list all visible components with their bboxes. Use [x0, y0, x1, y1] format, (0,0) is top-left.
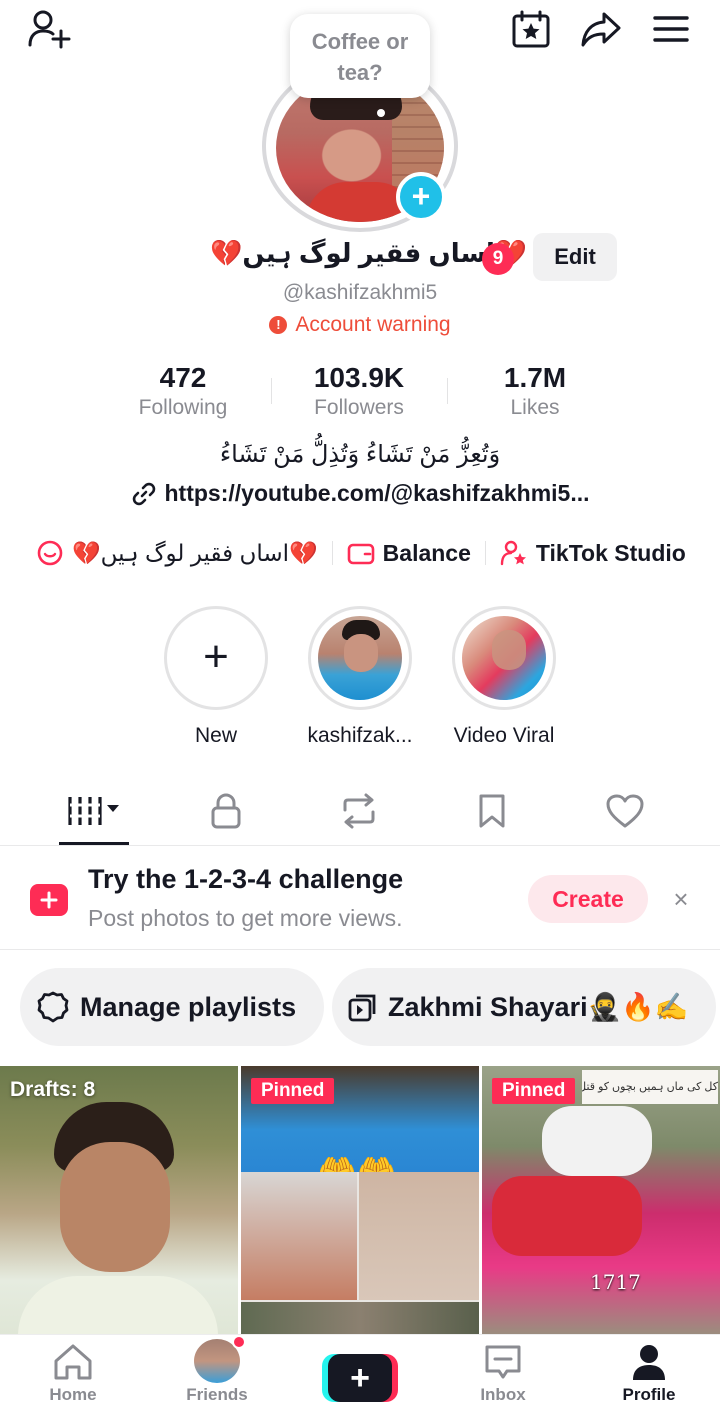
nav-inbox[interactable]: Inbox	[443, 1343, 563, 1404]
share-button[interactable]	[578, 8, 624, 50]
playlist-label: Zakhmi Shayari🥷🔥✍️	[388, 992, 689, 1022]
likes-count: 1.7M	[503, 362, 567, 393]
shortcut-label: Balance	[382, 539, 471, 566]
person-plus-icon	[28, 10, 71, 49]
tab-reposts[interactable]	[319, 778, 399, 844]
playlist-icon	[348, 994, 376, 1022]
plus-icon: +	[328, 1354, 392, 1402]
home-icon	[54, 1344, 92, 1380]
heart-icon	[606, 794, 644, 828]
account-warning-text: Account warning	[295, 313, 451, 336]
nav-friends[interactable]: Friends	[157, 1335, 277, 1404]
create-button[interactable]: Create	[528, 875, 648, 923]
status-bubble[interactable]: Coffee or tea?	[290, 14, 430, 98]
highlight-label: Video Viral	[453, 724, 555, 747]
chat-bubble-icon	[37, 540, 63, 566]
calendar-button[interactable]	[508, 8, 554, 50]
notification-dot	[232, 1335, 246, 1349]
bookmark-icon	[479, 794, 505, 828]
friends-avatar	[194, 1335, 246, 1383]
camera-plus-icon	[30, 884, 68, 916]
following-stat[interactable]: 472 Following	[93, 362, 273, 420]
lock-icon	[211, 793, 241, 829]
shortcut-label: 💔اساں فقیر لوگ ہیں💔	[72, 539, 318, 566]
shortcut-tiktok-studio[interactable]: TikTok Studio	[500, 539, 686, 567]
tab-private[interactable]	[186, 778, 266, 844]
followers-count: 103.9K	[313, 362, 405, 393]
nav-profile[interactable]: Profile	[589, 1343, 709, 1404]
playlist-label: Manage playlists	[80, 991, 297, 1022]
bio-text: وَتُعِزُّ مَنْ تَشَاءُ وَتُذِلُّ مَنْ تَ…	[219, 441, 501, 468]
highlight-kashifzak[interactable]	[308, 606, 412, 710]
plus-icon: +	[203, 632, 229, 681]
grid-videos-icon	[68, 797, 119, 825]
menu-button[interactable]	[648, 8, 694, 50]
content-tabs	[0, 778, 720, 846]
manage-playlists-button[interactable]: Manage playlists	[20, 968, 324, 1046]
share-arrow-icon	[581, 12, 621, 47]
active-tab-indicator	[59, 842, 129, 845]
video-thumbnail-pinned[interactable]: 🤲🤲 Pinned	[241, 1066, 479, 1334]
likes-stat[interactable]: 1.7M Likes	[445, 362, 625, 420]
followers-stat[interactable]: 103.9K Followers	[269, 362, 449, 420]
bubble-tail	[377, 109, 385, 117]
playlist-zakhmi-shayari[interactable]: Zakhmi Shayari🥷🔥✍️	[332, 968, 716, 1046]
likes-label: Likes	[510, 396, 560, 419]
video-thumbnail-draft[interactable]: Drafts: 8	[0, 1066, 238, 1334]
notification-badge: 9	[482, 243, 514, 275]
pinned-badge: Pinned	[251, 1078, 335, 1104]
nav-label: Home	[49, 1385, 97, 1404]
nav-home[interactable]: Home	[13, 1343, 133, 1404]
following-label: Following	[138, 396, 228, 419]
drafts-count: Drafts: 8	[10, 1078, 96, 1101]
highlight-thumbnail	[462, 616, 546, 700]
warning-icon: !	[269, 316, 288, 334]
add-story-plus-icon[interactable]: +	[396, 172, 446, 222]
nav-label: Friends	[186, 1385, 248, 1404]
shortcut-group-chat[interactable]: 💔اساں فقیر لوگ ہیں💔	[36, 539, 318, 567]
shortcut-label: TikTok Studio	[535, 539, 686, 566]
wallet-icon	[347, 543, 374, 565]
nav-label: Profile	[622, 1385, 676, 1404]
shortcut-balance[interactable]: Balance	[347, 540, 471, 567]
link-icon	[132, 482, 155, 505]
profile-shortcuts: 💔اساں فقیر لوگ ہیں💔 Balance TikTok Studi…	[0, 532, 720, 574]
close-icon[interactable]: ×	[664, 880, 698, 918]
edit-profile-button[interactable]: Edit	[533, 233, 617, 281]
bio-link[interactable]: https://youtube.com/@kashifzakhmi5...	[0, 480, 720, 507]
following-count: 472	[159, 362, 207, 393]
highlight-video-viral[interactable]	[452, 606, 556, 710]
profile-icon	[633, 1345, 665, 1380]
add-friend-button[interactable]	[26, 8, 72, 50]
bio-link-text: https://youtube.com/@kashifzakhmi5...	[164, 480, 590, 506]
tab-saved[interactable]	[452, 778, 532, 844]
highlight-thumbnail	[318, 616, 402, 700]
thumbnail-caption: کل کی ماں ہمیں بچوں کو قتل کر دیا اج	[582, 1070, 718, 1104]
calendar-star-icon	[512, 10, 550, 48]
challenge-subtitle: Post photos to get more views.	[88, 905, 403, 931]
nav-label: Inbox	[480, 1385, 526, 1404]
followers-label: Followers	[314, 396, 404, 419]
highlight-label: kashifzak...	[307, 724, 413, 747]
repost-icon	[343, 793, 375, 829]
account-warning[interactable]: ! Account warning	[0, 313, 720, 337]
inbox-icon	[485, 1345, 521, 1379]
shortcut-divider	[331, 541, 333, 565]
pinned-badge: Pinned	[492, 1078, 576, 1104]
challenge-title: Try the 1-2-3-4 challenge	[88, 864, 404, 894]
bottom-navigation: Home Friends + Inbox Profile	[0, 1334, 720, 1404]
person-star-icon	[500, 540, 526, 566]
shortcut-divider	[484, 541, 486, 565]
thumbnail-number: 1717	[590, 1270, 641, 1294]
hamburger-menu-icon	[653, 16, 689, 42]
create-video-button[interactable]: +	[322, 1354, 398, 1402]
username: @kashifzakhmi5	[282, 281, 438, 304]
highlight-new[interactable]: +	[164, 606, 268, 710]
tab-liked[interactable]	[585, 778, 665, 844]
video-thumbnail-pinned[interactable]: کل کی ماں ہمیں بچوں کو قتل کر دیا اج 171…	[482, 1066, 720, 1334]
display-name: 💔اساں فقیر لوگ ہیں💔	[210, 238, 528, 268]
tab-videos[interactable]	[54, 778, 134, 844]
gear-icon	[37, 991, 69, 1023]
highlight-label: New	[194, 724, 237, 747]
